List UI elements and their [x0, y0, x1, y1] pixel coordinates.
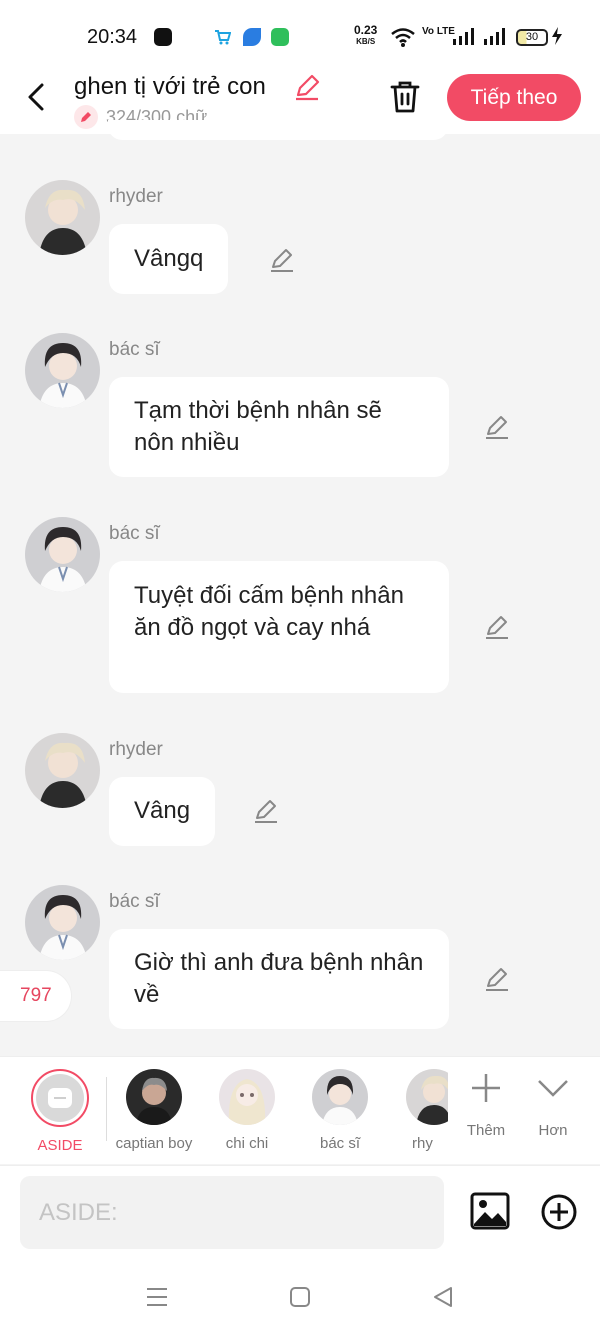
avatar: [126, 1069, 182, 1125]
character-chi-chi[interactable]: chi chi: [202, 1069, 292, 1152]
avatar: [219, 1069, 275, 1125]
wifi-icon: [390, 26, 416, 53]
screen: 20:34 0.23 KB/S Vo LTE 30 ghen tị với trẻ…: [0, 0, 600, 1333]
menu-icon[interactable]: [145, 1285, 169, 1314]
avatar: [312, 1069, 368, 1125]
status-time: 20:34: [87, 26, 138, 48]
status-bar: 20:34 0.23 KB/S Vo LTE 30: [0, 0, 600, 64]
character-rhyder[interactable]: rhy: [378, 1069, 448, 1152]
message-bubble[interactable]: Vângq: [109, 224, 229, 294]
character-bac-si[interactable]: bác sĩ: [295, 1069, 385, 1152]
sender-name: bác sĩ: [109, 339, 160, 360]
sender-name: bác sĩ: [109, 523, 160, 544]
chat-bubble-icon: [48, 1088, 72, 1108]
avatar[interactable]: [25, 180, 100, 255]
image-icon[interactable]: [470, 1192, 510, 1235]
avatar[interactable]: [25, 885, 100, 960]
character-name: bác sĩ: [319, 1135, 361, 1152]
character-aside[interactable]: ASIDE: [15, 1069, 105, 1154]
trash-icon[interactable]: [388, 79, 422, 120]
zalo-icon: [154, 28, 172, 46]
message-input[interactable]: [20, 1176, 444, 1249]
message-counter[interactable]: 797: [0, 970, 72, 1022]
back-icon[interactable]: [22, 80, 52, 114]
divider: [106, 1077, 107, 1141]
add-character-label: Thêm: [466, 1122, 506, 1139]
next-button[interactable]: Tiếp theo: [447, 74, 581, 121]
previous-message-bubble: [108, 120, 448, 140]
avatar[interactable]: [25, 333, 100, 408]
character-bar: ASIDE captian boy chi chi bác sĩ rhy Thê…: [0, 1056, 600, 1164]
message-text: Vângq: [134, 245, 204, 272]
edit-message-icon[interactable]: [252, 797, 280, 830]
chevron-down-icon: [538, 1080, 568, 1097]
plus-icon: [472, 1074, 500, 1102]
sender-name: rhyder: [109, 186, 163, 207]
character-name: rhy: [412, 1135, 433, 1152]
aside-avatar: [31, 1069, 89, 1127]
message-bubble[interactable]: Tạm thời bệnh nhân sẽ nôn nhiều: [109, 377, 449, 477]
message-bubble[interactable]: Giờ thì anh đưa bệnh nhân về: [109, 929, 449, 1029]
volte-indicator: Vo LTE: [422, 26, 455, 37]
avatar[interactable]: [25, 517, 100, 592]
signal-icon: [483, 26, 507, 51]
character-name: ASIDE: [37, 1137, 83, 1154]
message-text: Tạm thời bệnh nhân sẽ nôn nhiều: [134, 397, 382, 456]
add-circle-icon[interactable]: [540, 1193, 578, 1236]
network-speed: 0.23 KB/S: [354, 23, 378, 46]
home-icon[interactable]: [288, 1285, 312, 1314]
shop-icon: [213, 28, 232, 46]
system-nav-bar: [0, 1265, 600, 1333]
message-text: Tuyệt đối cấm bệnh nhân ăn đồ ngọt và ca…: [134, 582, 404, 641]
shield-app-icon: [271, 28, 289, 46]
message-text: Giờ thì anh đưa bệnh nhân về: [134, 949, 424, 1008]
character-captian-boy[interactable]: captian boy: [109, 1069, 199, 1152]
sender-name: bác sĩ: [109, 891, 160, 912]
edit-message-icon[interactable]: [483, 613, 511, 646]
avatar: [406, 1069, 448, 1125]
pencil-icon: [74, 105, 98, 129]
edit-message-icon[interactable]: [268, 246, 296, 279]
sender-name: rhyder: [109, 739, 163, 760]
message-text: Vâng: [134, 797, 191, 824]
edit-message-icon[interactable]: [483, 965, 511, 998]
message-bubble[interactable]: Vâng: [109, 777, 216, 846]
edit-title-icon[interactable]: [292, 72, 322, 107]
charging-icon: [551, 26, 563, 51]
battery-icon: 30: [516, 29, 548, 46]
collapse-button[interactable]: Hơn: [523, 1071, 583, 1139]
add-character-button[interactable]: Thêm: [456, 1071, 516, 1139]
edit-message-icon[interactable]: [483, 413, 511, 446]
compose-area: [0, 1165, 600, 1265]
collapse-label: Hơn: [538, 1122, 568, 1139]
character-name: chi chi: [225, 1135, 269, 1152]
signal-icon: [452, 26, 476, 51]
story-title[interactable]: ghen tị với trẻ con: [74, 73, 266, 101]
message-bubble[interactable]: Tuyệt đối cấm bệnh nhân ăn đồ ngọt và ca…: [109, 561, 449, 693]
app-icon: [243, 28, 261, 46]
avatar[interactable]: [25, 733, 100, 808]
back-nav-icon[interactable]: [431, 1285, 455, 1314]
character-name: captian boy: [115, 1135, 193, 1152]
